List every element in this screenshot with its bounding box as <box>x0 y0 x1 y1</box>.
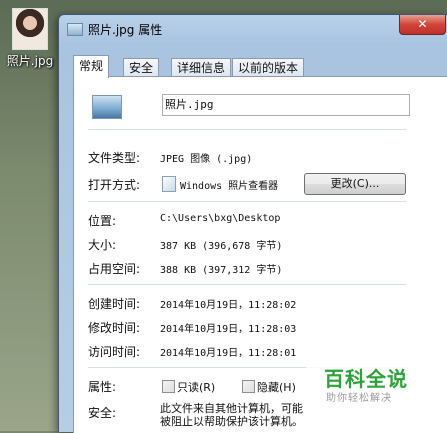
attributes-label: 属性: <box>88 380 117 394</box>
divider <box>88 129 406 130</box>
image-file-icon <box>92 95 122 119</box>
photo-thumbnail <box>12 8 48 50</box>
photo-viewer-icon <box>162 176 176 192</box>
close-button[interactable]: ✕ <box>399 15 446 35</box>
window-title: 照片.jpg 属性 <box>88 23 163 37</box>
change-button[interactable]: 更改(C)... <box>304 173 406 195</box>
size-on-disk-value: 388 KB (397,312 字节) <box>160 265 283 276</box>
readonly-checkbox[interactable] <box>162 380 175 393</box>
created-label: 创建时间: <box>88 297 141 311</box>
desktop-file-icon[interactable]: 照片.jpg <box>2 8 58 69</box>
security-text-line2: 被阻止以帮助保护该计算机。 <box>160 415 303 428</box>
opens-with-value: Windows 照片查看器 <box>180 181 279 192</box>
readonly-label[interactable]: 只读(R) <box>177 379 215 395</box>
type-label: 文件类型: <box>88 151 141 165</box>
size-on-disk-label: 占用空间: <box>88 262 141 276</box>
accessed-label: 访问时间: <box>88 345 141 359</box>
hidden-label[interactable]: 隐藏(H) <box>257 379 296 395</box>
divider <box>88 201 406 202</box>
modified-label: 修改时间: <box>88 321 141 335</box>
modified-value: 2014年10月19日，11:28:03 <box>160 324 297 335</box>
tab-details[interactable]: 详细信息 <box>171 58 232 77</box>
file-name-field[interactable]: 照片.jpg <box>162 94 410 116</box>
divider <box>88 284 406 285</box>
size-value: 387 KB (396,678 字节) <box>160 241 283 252</box>
watermark-subtitle: 助你轻松解决 <box>326 393 392 404</box>
size-label: 大小: <box>88 238 117 252</box>
type-value: JPEG 图像 (.jpg) <box>160 154 253 165</box>
tab-security[interactable]: 安全 <box>123 58 160 77</box>
hidden-checkbox[interactable] <box>242 380 255 393</box>
location-value: C:\Users\bxg\Desktop <box>160 213 281 224</box>
window-icon <box>67 23 83 36</box>
security-label: 安全: <box>88 406 117 420</box>
security-text-line1: 此文件来自其他计算机，可能 <box>160 402 303 415</box>
desktop-file-label: 照片.jpg <box>6 54 54 68</box>
accessed-value: 2014年10月19日，11:28:01 <box>160 348 297 359</box>
watermark-title: 百科全说 <box>324 367 408 391</box>
tab-previous-versions[interactable]: 以前的版本 <box>232 58 305 77</box>
tab-general[interactable]: 常规 <box>73 55 110 78</box>
location-label: 位置: <box>88 214 117 228</box>
created-value: 2014年10月19日，11:28:02 <box>160 300 297 311</box>
opens-with-label: 打开方式: <box>88 178 141 192</box>
watermark: 百科全说 助你轻松解决 <box>306 355 447 431</box>
title-bar[interactable]: 照片.jpg 属性 ✕ <box>59 15 447 43</box>
